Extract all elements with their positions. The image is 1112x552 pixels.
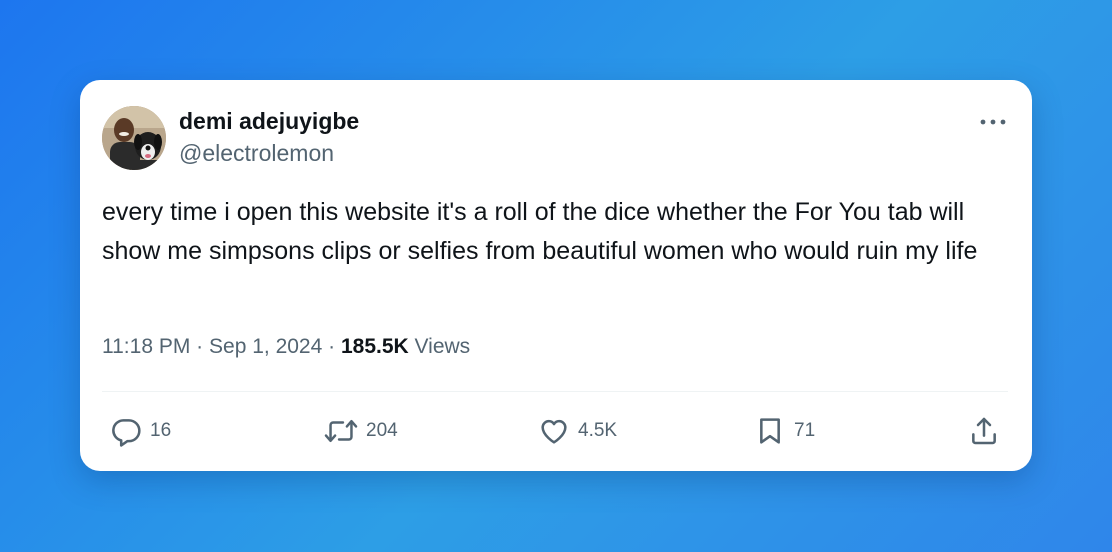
tweet-time[interactable]: 11:18 PM (102, 335, 190, 358)
like-icon (541, 419, 567, 444)
share-icon (972, 417, 996, 445)
avatar[interactable] (102, 106, 166, 170)
reply-button[interactable]: 16 (110, 415, 171, 447)
repost-icon (324, 419, 358, 443)
reply-count: 16 (150, 420, 172, 441)
divider (102, 391, 1008, 392)
like-button[interactable]: 4.5K (538, 415, 617, 447)
bookmark-button[interactable]: 71 (754, 415, 815, 447)
tweet-date[interactable]: Sep 1, 2024 (209, 335, 322, 358)
tweet-card: demi adejuyigbe @electrolemon every time… (80, 80, 1032, 471)
author-name[interactable]: demi adejuyigbe (179, 108, 359, 135)
repost-count: 204 (366, 420, 398, 441)
tweet-meta: 11:18 PM · Sep 1, 2024 · 185.5K Views (102, 335, 470, 359)
views-label: Views (414, 335, 471, 358)
views-count: 185.5K (340, 335, 409, 358)
avatar-photo (102, 106, 166, 170)
meta-separator: · (328, 335, 336, 358)
repost-button[interactable]: 204 (324, 415, 398, 447)
tweet-text: every time i open this website it's a ro… (102, 198, 978, 265)
share-button[interactable] (968, 415, 1000, 447)
bookmark-icon (760, 418, 780, 444)
like-count: 4.5K (578, 420, 618, 441)
reply-icon (112, 419, 141, 447)
meta-separator: · (196, 335, 204, 358)
more-icon (980, 119, 1006, 125)
bookmark-count: 71 (794, 420, 816, 441)
author-handle[interactable]: @electrolemon (179, 140, 334, 167)
more-options-button[interactable] (976, 110, 1010, 134)
